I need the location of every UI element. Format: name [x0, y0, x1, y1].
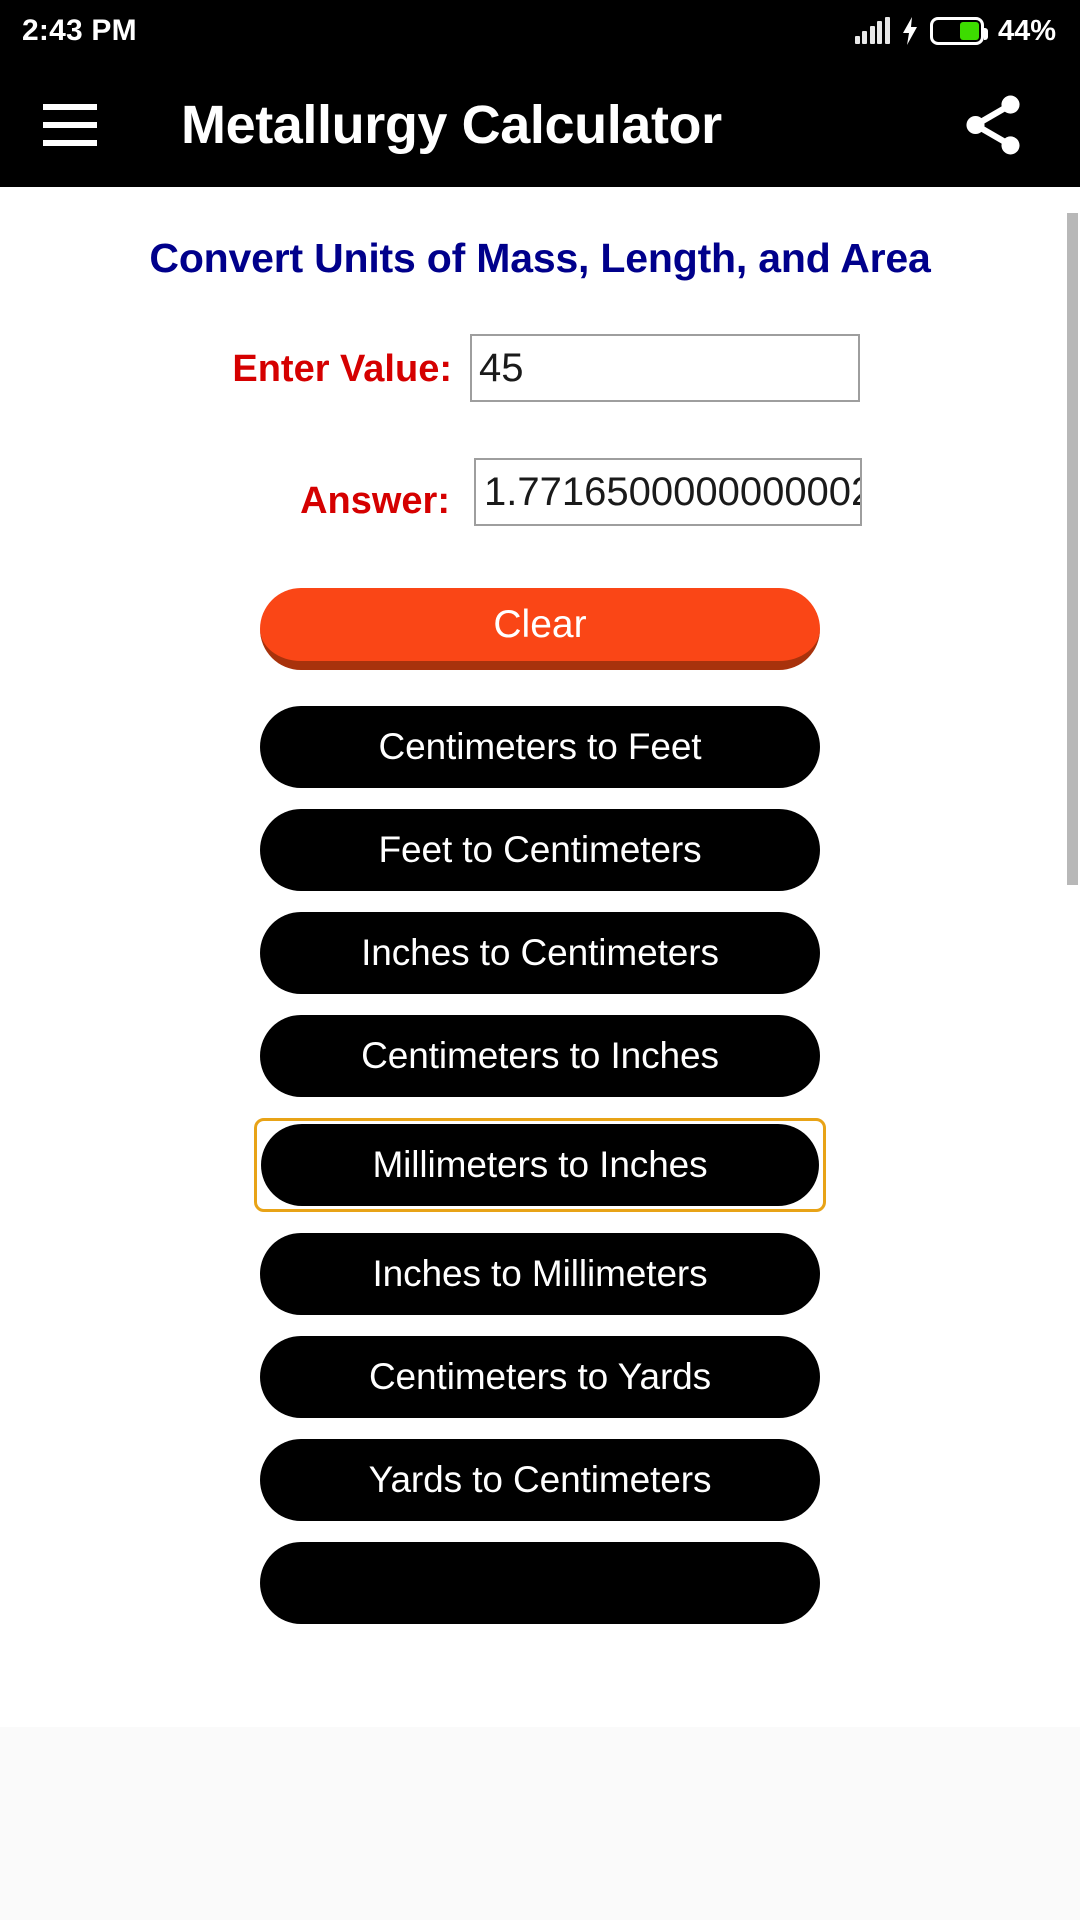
status-bar: 2:43 PM 44% [0, 0, 1080, 62]
app-bar: Metallurgy Calculator [0, 62, 1080, 187]
share-icon[interactable] [950, 82, 1036, 168]
enter-value-field-box[interactable] [470, 334, 860, 402]
page-title: Convert Units of Mass, Length, and Area [149, 235, 931, 281]
status-bar-time: 2:43 PM [22, 14, 137, 47]
conversion-button-wrap-0: Centimeters to Feet [254, 706, 826, 788]
conversion-button-centimeters-to-inches[interactable]: Centimeters to Inches [260, 1015, 820, 1097]
status-bar-indicators: 44% [854, 14, 1056, 48]
answer-field-box[interactable]: 1.7716500000000002 [474, 458, 862, 526]
share-icon-glyph [966, 95, 1020, 154]
answer-value: 1.7716500000000002 [484, 469, 862, 514]
vertical-scrollbar-track[interactable] [1067, 197, 1080, 1727]
conversion-button-stack: Clear Centimeters to Feet Feet to Centim… [0, 588, 1080, 1624]
conversion-button-inches-to-millimeters[interactable]: Inches to Millimeters [260, 1233, 820, 1315]
conversion-button-wrap-3: Centimeters to Inches [254, 1015, 826, 1097]
conversion-button-partial-next[interactable] [260, 1542, 820, 1624]
conversion-button-wrap-1: Feet to Centimeters [254, 809, 826, 891]
enter-value-row: Enter Value: [0, 334, 1080, 402]
conversion-button-wrap-8-partial [254, 1542, 826, 1624]
conversion-button-feet-to-centimeters[interactable]: Feet to Centimeters [260, 809, 820, 891]
charging-bolt-icon [902, 17, 917, 45]
bottom-panel [0, 1727, 1080, 1920]
answer-label: Answer: [300, 480, 450, 522]
conversion-button-yards-to-centimeters[interactable]: Yards to Centimeters [260, 1439, 820, 1521]
enter-value-label: Enter Value: [232, 348, 452, 390]
conversion-button-wrap-2: Inches to Centimeters [254, 912, 826, 994]
conversion-button-wrap-6: Centimeters to Yards [254, 1336, 826, 1418]
conversion-button-inches-to-centimeters[interactable]: Inches to Centimeters [260, 912, 820, 994]
conversion-button-wrap-7: Yards to Centimeters [254, 1439, 826, 1521]
app-screen: 2:43 PM 44% Metallurgy Calculator Conver… [0, 0, 1080, 1920]
battery-percent-label: 44% [997, 14, 1056, 47]
signal-bars-icon [854, 17, 890, 44]
page-content: Convert Units of Mass, Length, and Area … [0, 187, 1080, 1727]
answer-row: Answer: 1.7716500000000002 [0, 458, 1080, 526]
app-title: Metallurgy Calculator [181, 94, 722, 155]
clear-button[interactable]: Clear [260, 588, 820, 670]
conversion-button-centimeters-to-yards[interactable]: Centimeters to Yards [260, 1336, 820, 1418]
hamburger-menu-icon[interactable] [22, 77, 118, 173]
clear-button-wrap: Clear [254, 588, 826, 670]
conversion-button-millimeters-to-inches[interactable]: Millimeters to Inches [261, 1124, 819, 1206]
conversion-button-centimeters-to-feet[interactable]: Centimeters to Feet [260, 706, 820, 788]
enter-value-input[interactable] [472, 336, 858, 400]
conversion-button-wrap-5: Inches to Millimeters [254, 1233, 826, 1315]
vertical-scrollbar-thumb[interactable] [1067, 213, 1078, 885]
battery-icon [929, 17, 988, 45]
conversion-button-wrap-4-focused: Millimeters to Inches [254, 1118, 826, 1212]
